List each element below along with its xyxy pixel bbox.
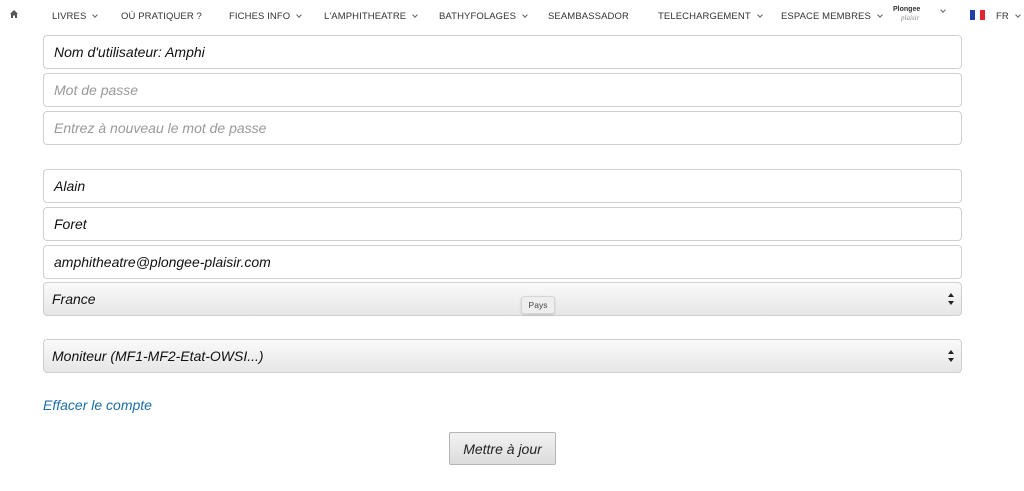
nav-item-telechargement[interactable]: TELECHARGEMENT [658, 11, 763, 22]
first-name-value: Alain [54, 178, 86, 194]
level-select[interactable]: Moniteur (MF1-MF2-Etat-OWSI...) [43, 339, 962, 373]
logo-text: Plongee [893, 6, 921, 13]
nav-item-label: ESPACE MEMBRES [781, 11, 871, 22]
nav-item-livres[interactable]: LIVRES [52, 11, 99, 22]
delete-account-link[interactable]: Effacer le compte [43, 397, 152, 413]
chevron-down-icon [92, 12, 99, 18]
home-icon[interactable] [9, 9, 19, 19]
email-value: amphitheatre@plongee-plaisir.com [54, 254, 271, 270]
nav-item-label: OÙ PRATIQUER ? [121, 11, 202, 22]
logo-dropdown[interactable] [934, 7, 946, 13]
chevron-down-icon [877, 12, 883, 18]
flag-stripe-red [980, 10, 985, 20]
language-selector[interactable]: FR [996, 11, 1021, 22]
last-name-input[interactable]: Foret [43, 207, 962, 241]
top-nav: LIVRES OÙ PRATIQUER ? FICHES INFO L'AMPH… [0, 0, 1024, 32]
username-value: Nom d'utilisateur: Amphi [54, 44, 205, 60]
nav-item-seambassador[interactable]: SEAMBASSADOR [548, 11, 629, 22]
chevron-down-icon [412, 12, 419, 18]
chevron-down-icon [940, 7, 946, 13]
select-arrows-icon [948, 293, 954, 305]
select-arrows-icon [948, 350, 954, 362]
language-label: FR [996, 11, 1009, 22]
chevron-down-icon [1015, 12, 1021, 18]
nav-item-label: LIVRES [52, 11, 87, 22]
last-name-value: Foret [54, 216, 87, 232]
nav-item-label: TELECHARGEMENT [658, 11, 751, 22]
first-name-input[interactable]: Alain [43, 169, 962, 203]
country-value: France [52, 291, 96, 307]
password-confirm-placeholder: Entrez à nouveau le mot de passe [54, 120, 267, 136]
french-flag-icon[interactable] [970, 10, 985, 20]
username-field[interactable]: Nom d'utilisateur: Amphi [43, 35, 962, 69]
password-input[interactable]: Mot de passe [43, 73, 962, 107]
nav-item-bathyfolages[interactable]: BATHYFOLAGES [439, 11, 528, 22]
country-select[interactable]: France [43, 282, 962, 316]
logo-script: plaisir [901, 14, 920, 22]
country-tooltip: Pays [521, 296, 555, 314]
nav-item-label: L'AMPHITHEATRE [324, 11, 407, 22]
update-button[interactable]: Mettre à jour [449, 432, 556, 465]
chevron-down-icon [522, 12, 528, 18]
chevron-down-icon [756, 12, 763, 18]
nav-item-label: BATHYFOLAGES [439, 11, 517, 22]
nav-item-espace-membres[interactable]: ESPACE MEMBRES [781, 11, 883, 22]
nav-item-amphitheatre[interactable]: L'AMPHITHEATRE [324, 11, 419, 22]
password-placeholder: Mot de passe [54, 82, 139, 98]
nav-item-ou-pratiquer[interactable]: OÙ PRATIQUER ? [121, 11, 202, 22]
level-value: Moniteur (MF1-MF2-Etat-OWSI...) [52, 348, 264, 364]
password-confirm-input[interactable]: Entrez à nouveau le mot de passe [43, 111, 962, 145]
email-input[interactable]: amphitheatre@plongee-plaisir.com [43, 245, 962, 279]
nav-item-label: SEAMBASSADOR [548, 11, 629, 22]
chevron-down-icon [296, 12, 303, 18]
site-logo[interactable]: Plongee plaisir [891, 3, 929, 27]
nav-item-fiches-info[interactable]: FICHES INFO [229, 11, 303, 22]
nav-item-label: FICHES INFO [229, 11, 291, 22]
